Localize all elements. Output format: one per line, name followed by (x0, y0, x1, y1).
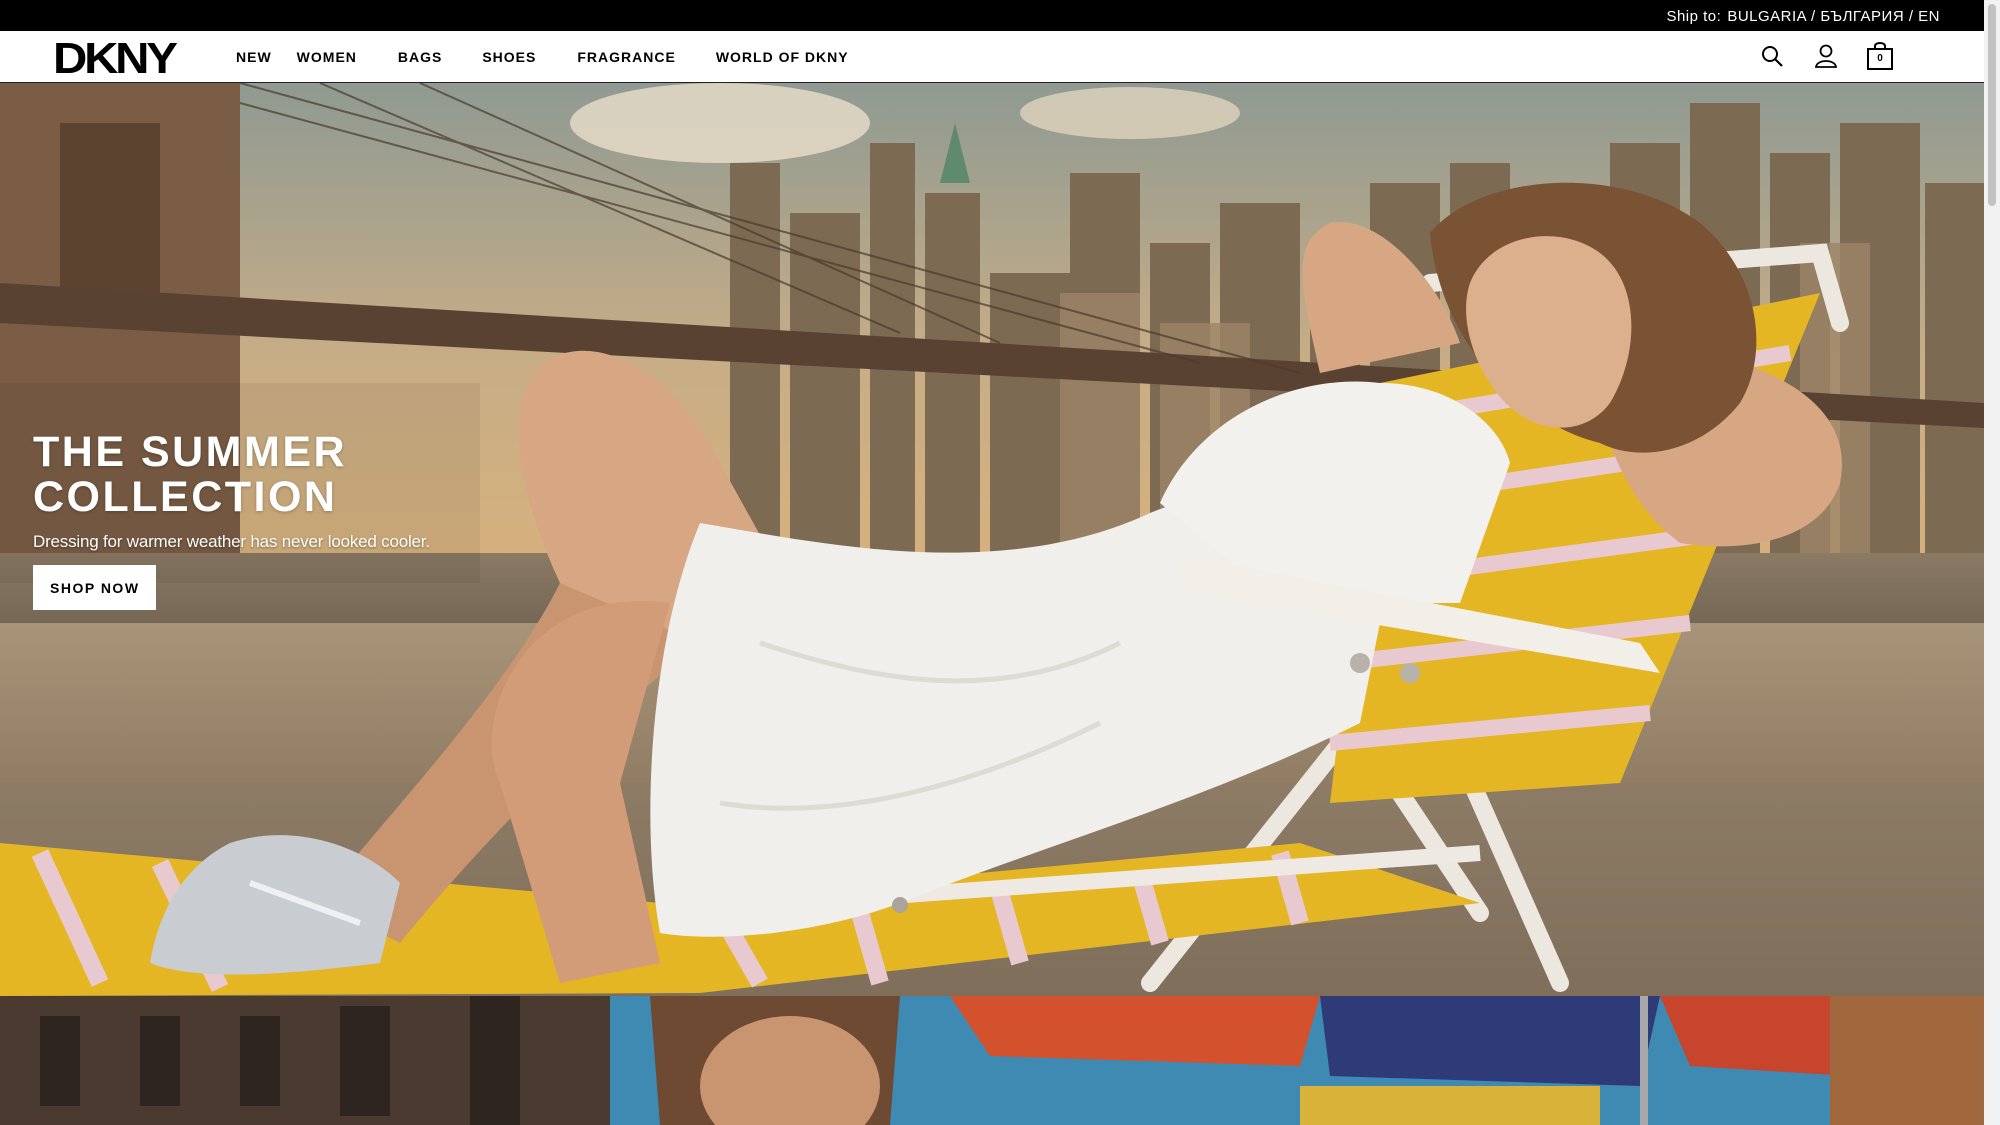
nav-fragrance[interactable]: FRAGRANCE (577, 49, 675, 65)
hero-banner[interactable]: THE SUMMER COLLECTION Dressing for warme… (0, 83, 1984, 996)
bag-count: 0 (1877, 53, 1883, 64)
secondary-banner[interactable] (0, 996, 1984, 1125)
bag-icon[interactable]: 0 (1866, 41, 1894, 71)
search-icon[interactable] (1758, 41, 1786, 71)
hero-text-block: THE SUMMER COLLECTION Dressing for warme… (33, 430, 453, 610)
shop-now-button[interactable]: SHOP NOW (33, 565, 156, 610)
nav-new[interactable]: NEW (236, 49, 272, 65)
nav-world-of-dkny[interactable]: WORLD OF DKNY (716, 49, 849, 65)
secondary-banner-image (0, 996, 1984, 1125)
header-icons: 0 (1732, 41, 1894, 71)
main-nav: NEW WOMEN BAGS SHOES FRAGRANCE WORLD OF … (236, 49, 889, 65)
scrollbar-thumb[interactable] (1988, 4, 1996, 206)
top-ship-bar: Ship to: BULGARIA / БЪЛГАРИЯ / EN (0, 0, 1984, 31)
nav-shoes[interactable]: SHOES (482, 49, 536, 65)
ship-to-selector[interactable]: Ship to: BULGARIA / БЪЛГАРИЯ / EN (1666, 8, 1940, 25)
nav-women[interactable]: WOMEN (297, 49, 357, 65)
hero-subtitle: Dressing for warmer weather has never lo… (33, 532, 430, 551)
nav-bags[interactable]: BAGS (398, 49, 442, 65)
dkny-logo[interactable]: DKNY (53, 37, 178, 81)
hero-title: THE SUMMER COLLECTION (33, 428, 348, 521)
ship-to-country[interactable]: BULGARIA / БЪЛГАРИЯ / EN (1727, 8, 1940, 25)
site-header: DKNY NEW WOMEN BAGS SHOES FRAGRANCE WORL… (0, 31, 1984, 83)
ship-to-label[interactable]: Ship to: (1666, 8, 1721, 25)
account-icon[interactable] (1812, 41, 1840, 71)
page-scrollbar[interactable] (1984, 0, 2000, 1125)
